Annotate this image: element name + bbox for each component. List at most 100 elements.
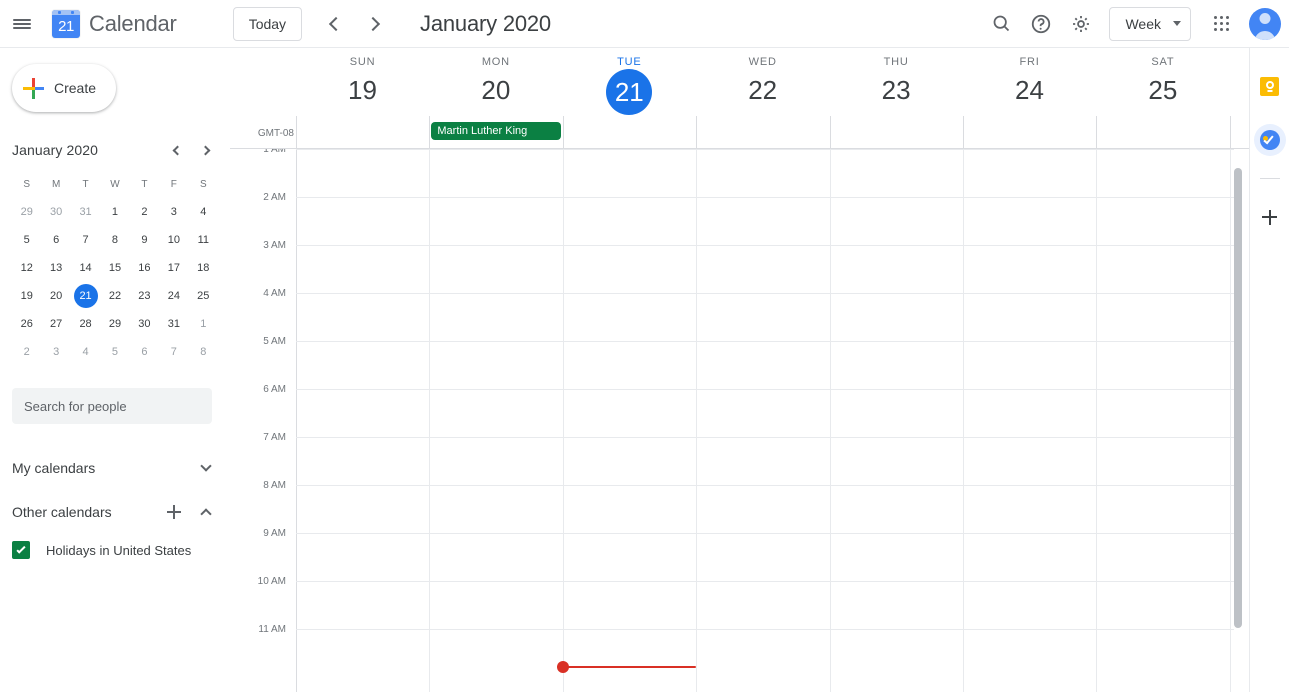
mini-day-8[interactable]: 8 [100, 228, 129, 252]
mini-day-label: 22 [108, 290, 122, 302]
settings-button[interactable] [1061, 4, 1101, 44]
all-day-event[interactable]: Martin Luther King [431, 122, 561, 140]
mini-day-15[interactable]: 15 [100, 256, 129, 280]
mini-day-14[interactable]: 14 [71, 256, 100, 280]
mini-day-9[interactable]: 9 [130, 228, 159, 252]
mini-day-8[interactable]: 8 [189, 340, 218, 364]
mini-day-label: 7 [170, 346, 177, 358]
mini-day-22[interactable]: 22 [100, 284, 129, 308]
hour-gridline [296, 197, 1234, 198]
day-header-sat[interactable]: SAT 25 [1096, 56, 1229, 108]
main-menu-icon[interactable] [2, 4, 42, 44]
hour-gridline [296, 389, 1234, 390]
mini-day-7[interactable]: 7 [71, 228, 100, 252]
mini-dow-5: F [170, 178, 177, 190]
mini-day-20[interactable]: 20 [41, 284, 70, 308]
day-header-tue[interactable]: TUE 21 [563, 56, 696, 115]
mini-day-2[interactable]: 2 [12, 340, 41, 364]
other-calendars-section[interactable]: Other calendars [0, 492, 230, 532]
my-calendars-collapse-button[interactable] [190, 452, 222, 484]
mini-day-4[interactable]: 4 [189, 200, 218, 224]
hour-gridline [296, 437, 1234, 438]
grid-column-divider [696, 149, 698, 692]
mini-day-31[interactable]: 31 [159, 312, 188, 336]
search-for-people-input[interactable] [12, 388, 212, 424]
hour-label: 2 AM [263, 192, 286, 203]
mini-day-4[interactable]: 4 [71, 340, 100, 364]
logo-day-number: 21 [58, 17, 74, 35]
mini-day-label: 6 [141, 346, 148, 358]
time-grid[interactable]: 1 AM 2 AM 3 AM 4 AM 5 AM 6 AM 7 AM 8 AM 9 AM 10 A… [230, 149, 1249, 692]
mini-day-13[interactable]: 13 [41, 256, 70, 280]
mini-day-3[interactable]: 3 [159, 200, 188, 224]
day-header-weekday: SUN [349, 56, 376, 68]
mini-day-2[interactable]: 2 [130, 200, 159, 224]
view-selector[interactable]: Week [1109, 6, 1191, 41]
mini-prev-month-button[interactable] [164, 138, 188, 162]
vertical-scrollbar[interactable] [1234, 168, 1242, 628]
day-header-mon[interactable]: MON 20 [429, 56, 562, 108]
day-header-sun[interactable]: SUN 19 [296, 56, 429, 108]
mini-day-26[interactable]: 26 [12, 312, 41, 336]
mini-calendar-grid: S M T W T F S 29 30 31 1 2 3 4 5 6 7 8 9 10 11 12 13 14 15 16 17 18… [12, 172, 218, 364]
mini-day-5[interactable]: 5 [100, 340, 129, 364]
create-button[interactable]: Create [12, 64, 116, 112]
add-other-calendar-button[interactable] [158, 496, 190, 528]
hour-gridline [296, 581, 1234, 582]
current-time-line [562, 666, 697, 668]
next-period-icon[interactable] [354, 4, 394, 44]
mini-day-label: 6 [53, 234, 60, 246]
mini-day-11[interactable]: 11 [189, 228, 218, 252]
mini-day-label: 2 [141, 206, 148, 218]
today-button[interactable]: Today [232, 6, 303, 41]
mini-day-28[interactable]: 28 [71, 312, 100, 336]
mini-day-10[interactable]: 10 [159, 228, 188, 252]
mini-day-3[interactable]: 3 [41, 340, 70, 364]
mini-day-6[interactable]: 6 [41, 228, 70, 252]
search-button[interactable] [981, 4, 1021, 44]
day-header-thu[interactable]: THU 23 [830, 56, 963, 108]
mini-next-month-button[interactable] [194, 138, 218, 162]
mini-day-16[interactable]: 16 [130, 256, 159, 280]
other-calendars-collapse-button[interactable] [190, 496, 222, 528]
add-side-panel-app-button[interactable] [1254, 201, 1286, 233]
chevron-down-icon [200, 460, 212, 472]
day-header-wed[interactable]: WED 22 [696, 56, 829, 108]
mini-day-label: 15 [108, 262, 122, 274]
my-calendars-section[interactable]: My calendars [0, 448, 230, 488]
mini-day-23[interactable]: 23 [130, 284, 159, 308]
mini-day-5[interactable]: 5 [12, 228, 41, 252]
help-button[interactable] [1021, 4, 1061, 44]
mini-day-31[interactable]: 31 [71, 200, 100, 224]
mini-day-29[interactable]: 29 [12, 200, 41, 224]
hour-label: 8 AM [263, 480, 286, 491]
calendar-logo-icon[interactable]: 21 [52, 9, 80, 38]
mini-day-18[interactable]: 18 [189, 256, 218, 280]
mini-day-label: 12 [20, 262, 33, 274]
mini-day-6[interactable]: 6 [130, 340, 159, 364]
google-tasks-button[interactable] [1253, 124, 1286, 156]
day-header-fri[interactable]: FRI 24 [963, 56, 1096, 108]
hour-label: 5 AM [263, 336, 286, 347]
mini-day-24[interactable]: 24 [159, 284, 188, 308]
google-apps-button[interactable] [1201, 4, 1241, 44]
mini-day-1[interactable]: 1 [100, 200, 129, 224]
mini-day-30[interactable]: 30 [41, 200, 70, 224]
mini-day-7[interactable]: 7 [159, 340, 188, 364]
all-day-column-divider [1229, 116, 1231, 149]
mini-day-30[interactable]: 30 [130, 312, 159, 336]
mini-day-29[interactable]: 29 [100, 312, 129, 336]
google-keep-button[interactable] [1254, 70, 1286, 102]
mini-day-17[interactable]: 17 [159, 256, 188, 280]
mini-day-19[interactable]: 19 [12, 284, 41, 308]
calendar-checkbox[interactable] [12, 541, 30, 559]
mini-day-12[interactable]: 12 [12, 256, 41, 280]
previous-period-icon[interactable] [314, 4, 354, 44]
calendar-list-item[interactable]: Holidays in United States [0, 532, 230, 568]
mini-day-21[interactable]: 21 [71, 284, 100, 308]
avatar[interactable] [1249, 7, 1281, 40]
mini-day-label: 24 [167, 290, 180, 302]
mini-day-1[interactable]: 1 [189, 312, 218, 336]
mini-day-27[interactable]: 27 [41, 312, 70, 336]
mini-day-25[interactable]: 25 [189, 284, 218, 308]
